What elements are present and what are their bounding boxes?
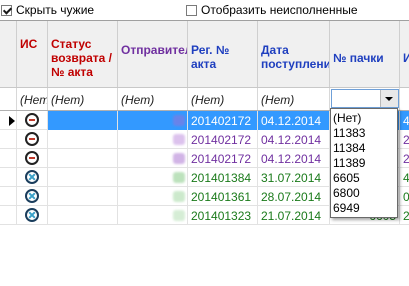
row-indicator — [0, 149, 17, 168]
cell-status[interactable] — [48, 206, 118, 225]
cancel-cross-icon — [25, 189, 39, 203]
cell-sender[interactable] — [118, 130, 188, 149]
cell-sender[interactable] — [118, 206, 188, 225]
column-header-pack-no[interactable]: № пачки — [330, 21, 400, 87]
column-header-sender[interactable]: Отправител — [118, 21, 188, 87]
filter-date[interactable]: (Нет) — [258, 88, 330, 110]
hide-others-label: Скрыть чужие — [16, 3, 95, 17]
cell-reg-no[interactable]: 201401384 — [188, 168, 258, 187]
redacted-sender — [173, 191, 185, 202]
dropdown-option[interactable]: 11389 — [331, 156, 397, 171]
cell-reg-no[interactable]: 201401323 — [188, 206, 258, 225]
hide-others-checkbox[interactable]: Скрыть чужие — [1, 3, 94, 17]
cell-is[interactable] — [17, 187, 48, 206]
chevron-down-icon[interactable] — [380, 90, 398, 107]
dropdown-option[interactable]: (Нет) — [331, 111, 397, 126]
filter-is[interactable]: (Нет) — [17, 88, 48, 110]
filter-status[interactable]: (Нет) — [48, 88, 118, 110]
cell-is[interactable] — [17, 168, 48, 187]
cell-extra[interactable]: 0 — [400, 187, 409, 206]
cell-status[interactable] — [48, 111, 118, 130]
cell-status[interactable] — [48, 149, 118, 168]
cell-extra[interactable]: 2 — [400, 130, 409, 149]
filter-options-bar: Скрыть чужие Отобразить неисполненные — [0, 0, 409, 20]
redacted-sender — [173, 210, 185, 221]
dropdown-option[interactable]: 11384 — [331, 141, 397, 156]
stop-sign-icon — [25, 132, 39, 146]
dropdown-option[interactable]: 6949 — [331, 201, 397, 216]
checkbox-unchecked-icon[interactable] — [186, 4, 197, 16]
redacted-sender — [173, 115, 185, 126]
redacted-sender — [173, 134, 185, 145]
current-row-arrow-icon — [9, 116, 15, 126]
cell-sender[interactable] — [118, 111, 188, 130]
grid-header: ИС Статус возврата / № акта Отправител Р… — [0, 21, 409, 88]
cell-reg-no[interactable]: 201402172 — [188, 130, 258, 149]
row-indicator — [0, 130, 17, 149]
cell-extra[interactable]: 4 — [400, 168, 409, 187]
cell-sender[interactable] — [118, 149, 188, 168]
cell-status[interactable] — [48, 130, 118, 149]
dropdown-option[interactable]: 11383 — [331, 126, 397, 141]
cancel-cross-icon — [25, 208, 39, 222]
row-indicator — [0, 168, 17, 187]
cell-is[interactable] — [17, 149, 48, 168]
stop-sign-icon — [25, 113, 39, 127]
cell-date[interactable]: 04.12.2014 — [258, 149, 330, 168]
column-header-reg-no[interactable]: Рег. № акта — [188, 21, 258, 87]
filter-sender[interactable]: (Нет) — [118, 88, 188, 110]
show-unfulfilled-label: Отобразить неисполненные — [201, 3, 358, 17]
cell-date[interactable]: 04.12.2014 — [258, 111, 330, 130]
row-indicator-header — [0, 21, 17, 87]
cell-reg-no[interactable]: 201402172 — [188, 149, 258, 168]
column-header-extra[interactable]: И — [400, 21, 409, 87]
filter-reg-no[interactable]: (Нет) — [188, 88, 258, 110]
cell-status[interactable] — [48, 187, 118, 206]
cell-reg-no[interactable]: 201402172 — [188, 111, 258, 130]
cell-is[interactable] — [17, 206, 48, 225]
row-indicator — [0, 206, 17, 225]
cell-date[interactable]: 31.07.2014 — [258, 168, 330, 187]
cell-reg-no[interactable]: 201401361 — [188, 187, 258, 206]
cell-extra[interactable]: 2 — [400, 149, 409, 168]
filter-extra[interactable] — [400, 88, 409, 110]
cell-is[interactable] — [17, 111, 48, 130]
redacted-sender — [173, 172, 185, 183]
column-header-date[interactable]: Дата поступления — [258, 21, 330, 87]
pack-filter-combobox[interactable] — [331, 89, 399, 108]
dropdown-option[interactable]: 6800 — [331, 186, 397, 201]
checkbox-checked-icon[interactable] — [1, 4, 12, 16]
redacted-sender — [173, 153, 185, 164]
cell-extra[interactable]: 2 — [400, 206, 409, 225]
cell-is[interactable] — [17, 130, 48, 149]
stop-sign-icon — [25, 151, 39, 165]
cancel-cross-icon — [25, 170, 39, 184]
cell-sender[interactable] — [118, 168, 188, 187]
cell-status[interactable] — [48, 168, 118, 187]
cell-date[interactable]: 28.07.2014 — [258, 187, 330, 206]
cell-date[interactable]: 21.07.2014 — [258, 206, 330, 225]
column-header-status[interactable]: Статус возврата / № акта — [48, 21, 118, 87]
dropdown-option[interactable]: 6605 — [331, 171, 397, 186]
row-indicator — [0, 187, 17, 206]
cell-date[interactable]: 04.12.2014 — [258, 130, 330, 149]
pack-filter-dropdown-list: (Нет) 11383 11384 11389 6605 6800 6949 — [330, 108, 398, 218]
show-unfulfilled-checkbox[interactable]: Отобразить неисполненные — [186, 3, 358, 17]
cell-sender[interactable] — [118, 187, 188, 206]
column-header-is[interactable]: ИС — [17, 21, 48, 87]
cell-extra[interactable]: 4 — [400, 111, 409, 130]
row-indicator — [0, 111, 17, 130]
filter-indicator — [0, 88, 17, 110]
